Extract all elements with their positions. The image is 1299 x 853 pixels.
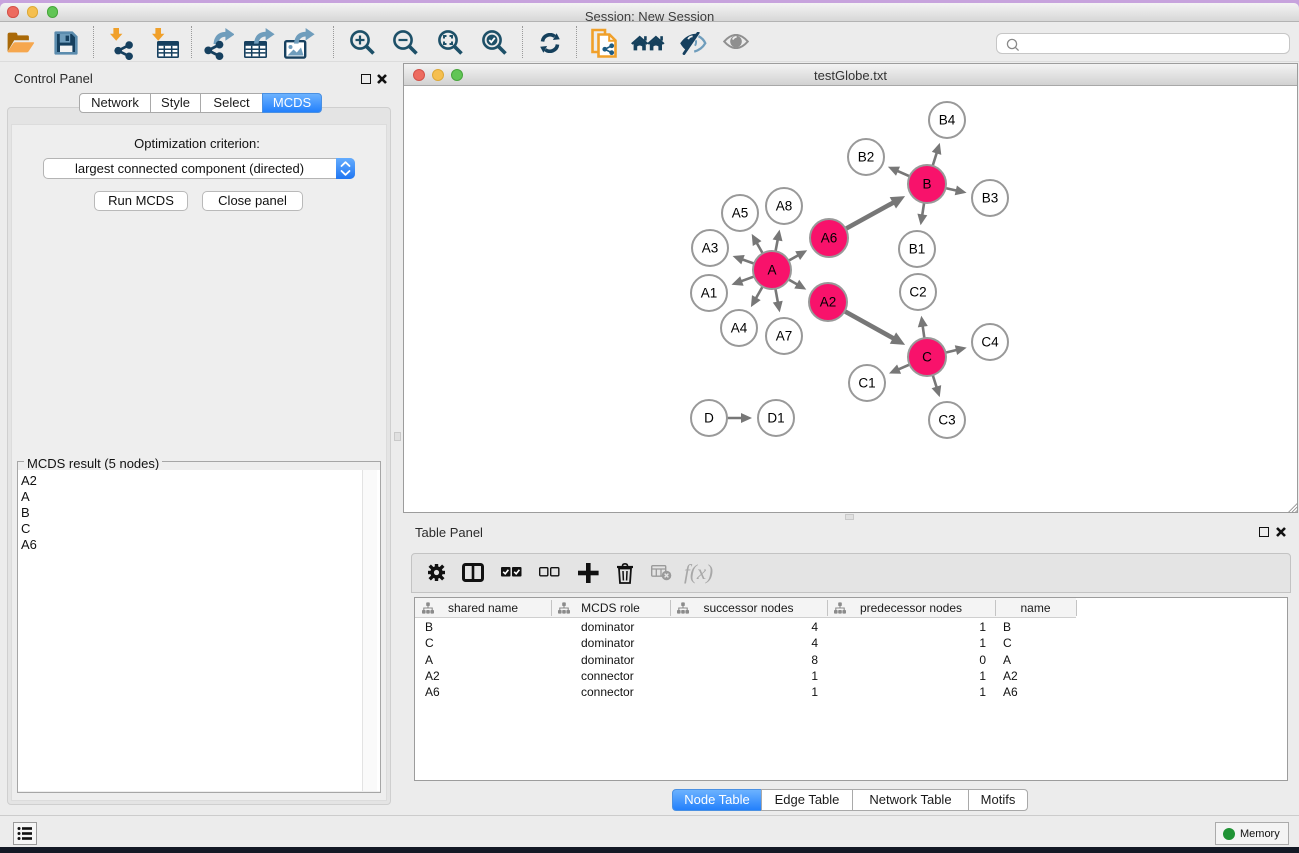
svg-text:A1: A1: [701, 286, 718, 301]
svg-text:A: A: [767, 263, 776, 278]
svg-text:C1: C1: [858, 376, 875, 391]
svg-text:C4: C4: [981, 335, 999, 350]
svg-text:C2: C2: [909, 285, 926, 300]
svg-text:B4: B4: [939, 113, 956, 128]
svg-text:A7: A7: [776, 329, 793, 344]
svg-text:A6: A6: [821, 231, 838, 246]
svg-text:D: D: [704, 411, 714, 426]
svg-text:A8: A8: [776, 199, 793, 214]
svg-text:B3: B3: [982, 191, 999, 206]
svg-text:C: C: [922, 350, 932, 365]
svg-text:A5: A5: [732, 206, 749, 221]
svg-text:A3: A3: [702, 241, 719, 256]
svg-text:C3: C3: [938, 413, 955, 428]
svg-text:B1: B1: [909, 242, 926, 257]
svg-text:D1: D1: [767, 411, 784, 426]
svg-text:B: B: [922, 177, 931, 192]
svg-text:A2: A2: [820, 295, 837, 310]
svg-text:A4: A4: [731, 321, 748, 336]
svg-text:B2: B2: [858, 150, 875, 165]
